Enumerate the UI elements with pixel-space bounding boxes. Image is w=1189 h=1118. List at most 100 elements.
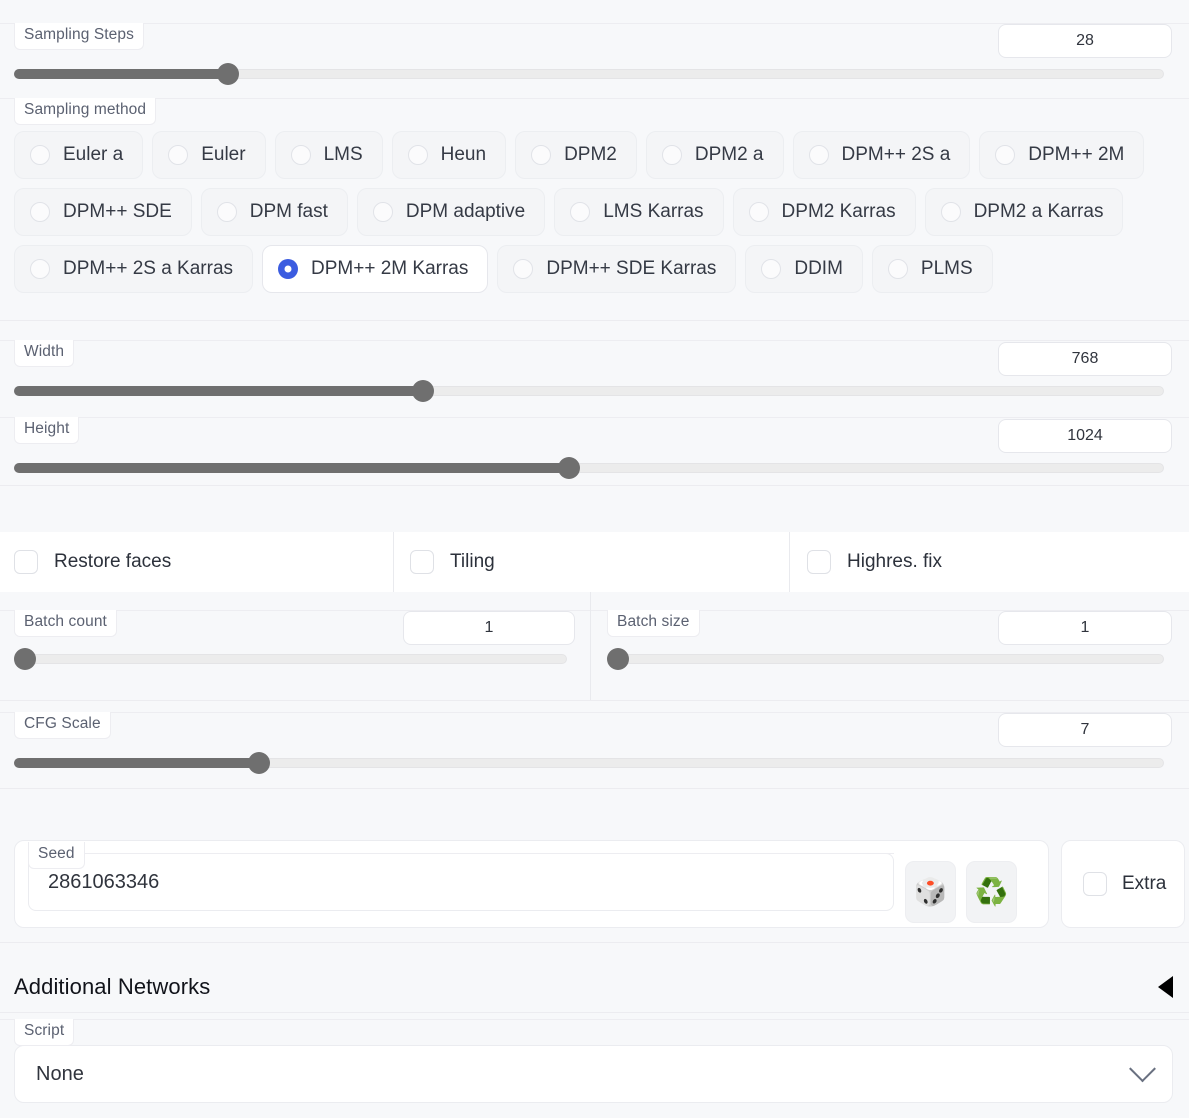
script-dropdown[interactable]: None (14, 1045, 1173, 1103)
sampler-option-label: Euler (201, 144, 246, 165)
radio-dot-icon (808, 145, 829, 165)
slider-thumb[interactable] (558, 457, 581, 479)
sampler-option-label: Heun (440, 144, 487, 165)
script-label: Script (14, 1019, 75, 1046)
additional-networks-title: Additional Networks (14, 974, 211, 999)
seed-input[interactable]: 2861063346 (28, 853, 894, 911)
sampling-method-group: Sampling method Euler a Euler LMS Heun D… (0, 95, 1189, 320)
sampler-option-lms-karras[interactable]: LMS Karras (554, 188, 724, 236)
batch-size-value[interactable]: 1 (998, 611, 1172, 645)
checkbox-icon[interactable] (1083, 872, 1107, 896)
sampling-steps-slider[interactable] (14, 63, 1164, 85)
radio-dot-icon (216, 202, 237, 222)
sampler-option-dpm2-karras[interactable]: DPM2 Karras (732, 188, 916, 236)
batch-size-slider[interactable] (607, 648, 1164, 670)
recycle-icon: ♻️ (974, 876, 1009, 907)
checkbox-icon[interactable] (410, 550, 434, 574)
sampler-option-label: DPM++ 2M Karras (311, 258, 469, 279)
batch-count-label: Batch count (14, 610, 117, 637)
cfg-scale-slider[interactable] (14, 752, 1164, 774)
sampler-option-label: Euler a (63, 144, 124, 165)
sampler-option-lms[interactable]: LMS (274, 131, 383, 179)
slider-thumb[interactable] (14, 648, 37, 670)
slider-fill (14, 386, 424, 396)
radio-dot-icon (570, 202, 591, 222)
sampler-option-dpm-fast[interactable]: DPM fast (200, 188, 348, 236)
batch-group: Batch count 1 Batch size 1 (0, 592, 1189, 700)
sampler-option-heun[interactable]: Heun (391, 131, 507, 179)
radio-dot-icon (995, 145, 1016, 165)
toggle-highres-fix[interactable]: Highres. fix (807, 550, 942, 574)
checkbox-icon[interactable] (807, 550, 831, 574)
cfg-scale-label: CFG Scale (14, 712, 111, 739)
additional-networks-accordion[interactable]: Additional Networks (0, 962, 1189, 1012)
sampler-option-plms[interactable]: PLMS (871, 245, 993, 293)
sampler-option-label: PLMS (920, 258, 973, 279)
extra-checkbox-group[interactable]: Extra (1061, 840, 1185, 928)
slider-thumb[interactable] (412, 380, 435, 402)
sampler-option-dpmpp-sde-karras[interactable]: DPM++ SDE Karras (497, 245, 737, 293)
sampler-option-label: DPM2 Karras (781, 201, 896, 222)
batch-count-value[interactable]: 1 (403, 611, 575, 645)
section-spacer (0, 485, 1189, 534)
toggle-label: Tiling (450, 551, 495, 572)
sampler-option-dpm2-a-karras[interactable]: DPM2 a Karras (924, 188, 1124, 236)
sampler-option-dpm2-a[interactable]: DPM2 a (645, 131, 784, 179)
radio-dot-icon (531, 145, 552, 165)
toggle-divider (789, 532, 790, 592)
radio-dot-icon (290, 145, 311, 165)
sampler-option-dpmpp-2s-a[interactable]: DPM++ 2S a (792, 131, 971, 179)
radio-dot-icon (748, 202, 769, 222)
sampler-option-label: DPM2 a (694, 144, 764, 165)
dimensions-group: Width 768 Height 1024 (0, 320, 1189, 485)
sampler-option-dpm-adaptive[interactable]: DPM adaptive (356, 188, 546, 236)
height-value[interactable]: 1024 (998, 419, 1172, 453)
sampler-option-label: DPM++ 2M (1028, 144, 1125, 165)
random-seed-button[interactable]: 🎲 (905, 861, 956, 923)
sampler-option-dpm2[interactable]: DPM2 (515, 131, 637, 179)
radio-dot-icon (661, 145, 682, 165)
cfg-scale-value[interactable]: 7 (998, 713, 1172, 747)
txt2img-settings-panel: Sampling Steps 28 Sampling method Euler … (0, 0, 1189, 1118)
height-slider[interactable] (14, 457, 1164, 479)
radio-dot-icon (940, 202, 961, 222)
reuse-seed-button[interactable]: ♻️ (966, 861, 1017, 923)
slider-thumb[interactable] (216, 63, 239, 85)
slider-thumb[interactable] (247, 752, 270, 774)
sampling-steps-value[interactable]: 28 (998, 24, 1172, 58)
radio-dot-selected-icon (278, 259, 299, 279)
sampler-option-dpmpp-2m-karras[interactable]: DPM++ 2M Karras (262, 245, 489, 293)
batch-divider (590, 592, 591, 700)
batch-count-slider[interactable] (14, 648, 567, 670)
sampler-option-label: LMS Karras (603, 201, 704, 222)
width-label: Width (14, 340, 75, 367)
sampler-option-euler[interactable]: Euler (152, 131, 266, 179)
sampler-option-label: DPM++ 2S a Karras (63, 258, 234, 279)
slider-fill (14, 463, 570, 473)
sampler-option-label: DPM++ SDE (63, 201, 172, 222)
sampler-option-euler-a[interactable]: Euler a (14, 131, 144, 179)
toggle-label: Restore faces (54, 551, 172, 572)
toggle-tiling[interactable]: Tiling (410, 550, 495, 574)
sampler-option-label: DPM2 (564, 144, 617, 165)
slider-track (14, 654, 567, 664)
sampler-option-label: DPM adaptive (405, 201, 526, 222)
checkbox-icon[interactable] (14, 550, 38, 574)
sampler-option-dpmpp-sde[interactable]: DPM++ SDE (14, 188, 192, 236)
radio-dot-icon (407, 145, 428, 165)
triangle-left-icon[interactable] (1158, 976, 1173, 998)
slider-thumb[interactable] (607, 648, 630, 670)
sampler-option-dpmpp-2m[interactable]: DPM++ 2M (979, 131, 1145, 179)
radio-dot-icon (30, 259, 50, 279)
sampler-option-ddim[interactable]: DDIM (745, 245, 863, 293)
width-slider[interactable] (14, 380, 1164, 402)
slider-fill (14, 69, 228, 79)
sampler-option-label: DPM++ SDE Karras (546, 258, 717, 279)
toggle-restore-faces[interactable]: Restore faces (14, 550, 171, 574)
sampling-steps-group: Sampling Steps 28 (0, 0, 1189, 95)
radio-dot-icon (30, 145, 50, 165)
chevron-down-icon[interactable] (1129, 1054, 1156, 1082)
extra-label: Extra (1122, 873, 1167, 894)
width-value[interactable]: 768 (998, 342, 1172, 376)
sampler-option-dpmpp-2s-a-karras[interactable]: DPM++ 2S a Karras (14, 245, 254, 293)
